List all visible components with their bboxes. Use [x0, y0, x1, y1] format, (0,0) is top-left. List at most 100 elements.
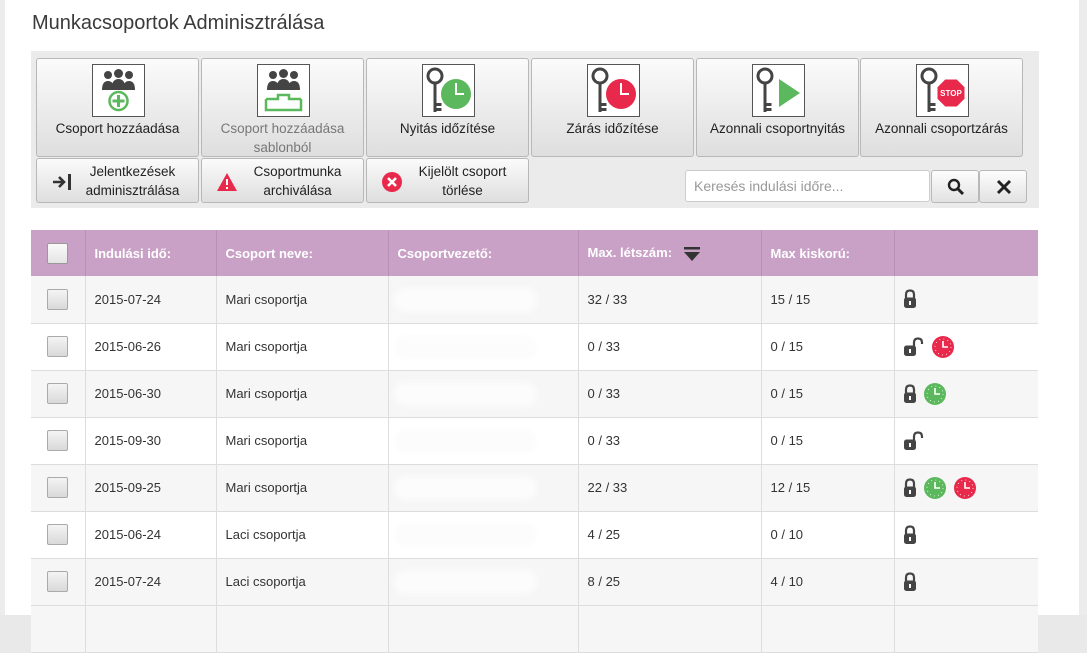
- group-name-cell: Mari csoportja: [215, 370, 388, 418]
- lock-closed-icon: [903, 383, 916, 403]
- table-row[interactable]: [31, 605, 1038, 653]
- table-header-row: Indulási idő: Csoport neve: Csoportvezet…: [31, 230, 1038, 276]
- header-group-leader[interactable]: Csoportvezető:: [387, 230, 578, 276]
- row-select-cell: [31, 276, 85, 324]
- group-name-cell: Mari csoportja: [215, 464, 388, 512]
- close-group-now-label: Azonnali csoportzárás: [875, 121, 1008, 136]
- clear-search-button[interactable]: [979, 170, 1027, 203]
- start-date-cell: 2015-07-24: [84, 558, 216, 606]
- max-headcount-cell: 4 / 25: [577, 511, 761, 559]
- max-minor-cell: 15 / 15: [760, 276, 894, 324]
- redacted-leader-name: [397, 573, 533, 590]
- add-group-from-template-button[interactable]: Csoport hozzáadása sablonból: [201, 58, 364, 157]
- status-icons-cell: [893, 276, 1038, 324]
- schedule-closing-label: Zárás időzítése: [566, 121, 659, 136]
- start-date-cell: 2015-06-24: [84, 511, 216, 559]
- max-minor-cell: 0 / 10: [760, 511, 894, 559]
- empty-cell: [577, 605, 761, 653]
- start-date-cell: 2015-09-30: [84, 417, 216, 465]
- group-add-icon: [92, 64, 145, 117]
- header-start-time[interactable]: Indulási idő:: [84, 230, 216, 276]
- lock-closed-icon: [903, 289, 916, 309]
- table-body: 2015-07-24 Mari csoportja 32 / 33 15 / 15 20…: [31, 276, 1038, 653]
- key-play-icon: [752, 64, 805, 117]
- max-minor-cell: 4 / 10: [760, 558, 894, 606]
- redacted-leader-name: [397, 526, 533, 543]
- redacted-leader-name: [397, 385, 533, 402]
- lock-closed-icon: [903, 571, 916, 591]
- header-max-headcount[interactable]: Max. létszám:: [577, 230, 761, 276]
- max-headcount-cell: 32 / 33: [577, 276, 761, 324]
- manage-registrations-label: Jelentkezések adminisztrálása: [85, 164, 180, 198]
- status-icons-cell: [893, 558, 1038, 606]
- group-leader-cell: [387, 370, 578, 418]
- row-checkbox[interactable]: [47, 571, 69, 592]
- max-minor-cell: 0 / 15: [760, 370, 894, 418]
- redacted-leader-name: [397, 479, 533, 496]
- row-checkbox[interactable]: [47, 336, 69, 357]
- group-leader-cell: [387, 276, 578, 324]
- empty-cell: [215, 605, 388, 653]
- select-all-header: [31, 230, 85, 276]
- header-max-headcount-label: Max. létszám:: [587, 245, 673, 261]
- schedule-opening-label: Nyitás időzítése: [399, 121, 496, 136]
- row-select-cell: [31, 417, 85, 465]
- manage-registrations-button[interactable]: Jelentkezések adminisztrálása: [36, 158, 199, 203]
- add-group-button[interactable]: Csoport hozzáadása: [36, 58, 199, 157]
- max-headcount-cell: 8 / 25: [577, 558, 761, 606]
- row-select-cell: [31, 370, 85, 418]
- row-checkbox[interactable]: [47, 383, 69, 404]
- header-group-name[interactable]: Csoport neve:: [215, 230, 388, 276]
- lock-open-icon: [903, 430, 923, 450]
- header-max-minor[interactable]: Max kiskorú:: [760, 230, 894, 276]
- clock-red-icon: [953, 476, 976, 499]
- status-icons-cell: [893, 417, 1038, 465]
- empty-cell: [760, 605, 894, 653]
- group-leader-cell: [387, 323, 578, 371]
- max-minor-cell: 0 / 15: [760, 417, 894, 465]
- table-row[interactable]: 2015-07-24 Mari csoportja 32 / 33 15 / 15: [31, 276, 1038, 324]
- row-checkbox[interactable]: [47, 288, 69, 310]
- group-name-cell: Laci csoportja: [215, 511, 388, 559]
- row-select-cell: [31, 558, 85, 606]
- table-row[interactable]: 2015-06-30 Mari csoportja 0 / 33 0 / 15: [31, 370, 1038, 418]
- redacted-leader-name: [397, 432, 533, 449]
- search-input[interactable]: [685, 170, 930, 202]
- max-headcount-cell: 0 / 33: [577, 417, 761, 465]
- groups-table: Indulási idő: Csoport neve: Csoportvezet…: [31, 230, 1038, 653]
- search-button[interactable]: [931, 170, 979, 203]
- row-checkbox[interactable]: [47, 477, 69, 498]
- page-margin-right: [1079, 0, 1087, 615]
- close-icon: [996, 179, 1012, 195]
- delete-selected-group-button[interactable]: Kijelölt csoport törlése: [366, 158, 529, 203]
- page-margin-left: [0, 0, 5, 615]
- schedule-opening-button[interactable]: Nyitás időzítése: [366, 58, 529, 157]
- schedule-closing-button[interactable]: Zárás időzítése: [531, 58, 694, 157]
- table-row[interactable]: 2015-09-25 Mari csoportja 22 / 33 12 / 15: [31, 464, 1038, 512]
- redacted-leader-name: [397, 291, 533, 308]
- select-all-checkbox[interactable]: [47, 242, 69, 264]
- lock-closed-icon: [903, 524, 916, 544]
- warning-icon: [217, 173, 237, 191]
- start-date-cell: 2015-06-26: [84, 323, 216, 371]
- row-checkbox[interactable]: [47, 430, 69, 451]
- delete-selected-group-label: Kijelölt csoport törlése: [418, 164, 507, 198]
- stop-sign-text: STOP: [940, 89, 962, 98]
- sign-in-icon: [53, 174, 71, 190]
- open-group-now-button[interactable]: Azonnali csoportnyitás: [696, 58, 859, 157]
- empty-cell: [893, 605, 1038, 653]
- key-green-clock-icon: [422, 64, 475, 117]
- table-row[interactable]: 2015-06-26 Mari csoportja 0 / 33 0 / 15: [31, 323, 1038, 371]
- archive-group-work-button[interactable]: Csoportmunka archiválása: [201, 158, 364, 203]
- close-group-now-button[interactable]: STOP Azonnali csoportzárás: [860, 58, 1023, 157]
- status-icons-cell: [893, 323, 1038, 371]
- clock-red-icon: [931, 335, 954, 358]
- row-select-cell: [31, 464, 85, 512]
- add-group-label: Csoport hozzáadása: [55, 121, 180, 136]
- group-name-cell: Mari csoportja: [215, 276, 388, 324]
- table-row[interactable]: 2015-06-24 Laci csoportja 4 / 25 0 / 10: [31, 511, 1038, 559]
- row-checkbox[interactable]: [47, 524, 69, 545]
- table-row[interactable]: 2015-09-30 Mari csoportja 0 / 33 0 / 15: [31, 417, 1038, 465]
- group-leader-cell: [387, 558, 578, 606]
- table-row[interactable]: 2015-07-24 Laci csoportja 8 / 25 4 / 10: [31, 558, 1038, 606]
